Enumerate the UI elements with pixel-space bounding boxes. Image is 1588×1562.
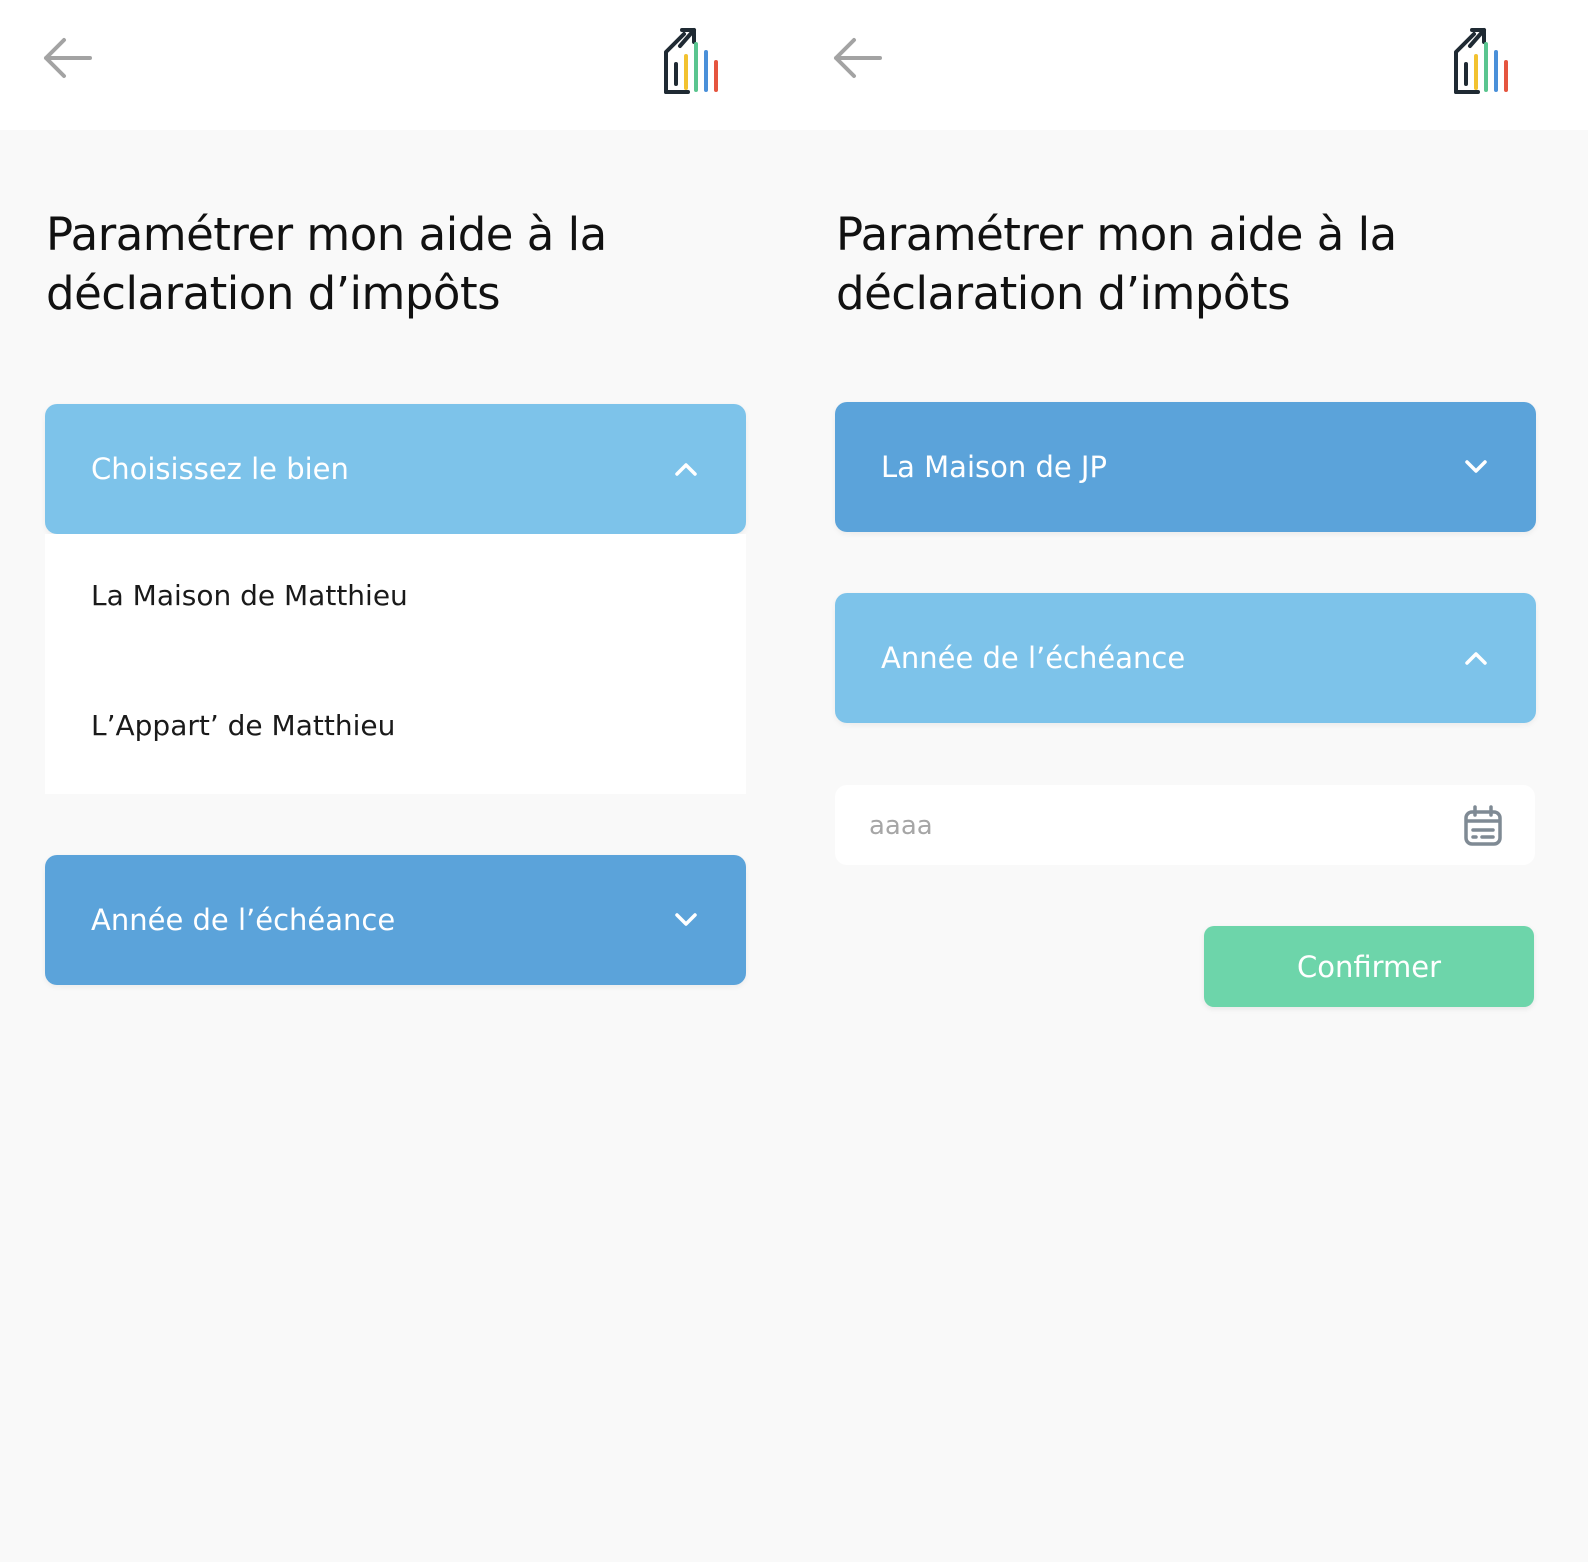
house-chart-logo-icon bbox=[1454, 28, 1508, 94]
year-dropdown[interactable]: Année de l’échéance bbox=[45, 855, 746, 985]
year-input[interactable] bbox=[867, 803, 1431, 849]
chevron-down-icon bbox=[675, 913, 697, 926]
chevron-up-icon bbox=[675, 463, 697, 476]
year-dropdown-label: Année de l’échéance bbox=[881, 641, 1186, 675]
property-dropdown[interactable]: Choisissez le bien bbox=[45, 404, 746, 534]
page-title: Paramétrer mon aide à la déclaration d’i… bbox=[836, 208, 1397, 320]
back-button[interactable] bbox=[40, 36, 94, 80]
screen-property-selection: Paramétrer mon aide à la déclaration d’i… bbox=[0, 0, 790, 1562]
confirm-button[interactable]: Confirmer bbox=[1204, 926, 1534, 1007]
property-options-menu: La Maison de Matthieu L’Appart’ de Matth… bbox=[45, 534, 746, 794]
calendar-icon[interactable] bbox=[1463, 805, 1503, 847]
chevron-up-icon bbox=[1465, 652, 1487, 665]
page-title: Paramétrer mon aide à la déclaration d’i… bbox=[46, 208, 607, 320]
screen-year-selection: Paramétrer mon aide à la déclaration d’i… bbox=[790, 0, 1588, 1562]
top-bar bbox=[790, 0, 1588, 130]
property-option[interactable]: L’Appart’ de Matthieu bbox=[91, 709, 395, 742]
arrow-left-icon bbox=[44, 38, 92, 78]
app-logo bbox=[1450, 22, 1520, 96]
property-option[interactable]: La Maison de Matthieu bbox=[91, 579, 408, 612]
year-field bbox=[835, 785, 1535, 865]
app-logo bbox=[660, 22, 730, 96]
year-dropdown-label: Année de l’échéance bbox=[91, 903, 396, 937]
top-bar bbox=[0, 0, 790, 130]
property-dropdown-label: Choisissez le bien bbox=[91, 452, 349, 486]
house-chart-logo-icon bbox=[664, 28, 718, 94]
arrow-left-icon bbox=[834, 38, 882, 78]
chevron-down-icon bbox=[1465, 460, 1487, 473]
property-dropdown[interactable]: La Maison de JP bbox=[835, 402, 1536, 532]
property-dropdown-label: La Maison de JP bbox=[881, 450, 1107, 484]
back-button[interactable] bbox=[830, 36, 884, 80]
year-dropdown[interactable]: Année de l’échéance bbox=[835, 593, 1536, 723]
